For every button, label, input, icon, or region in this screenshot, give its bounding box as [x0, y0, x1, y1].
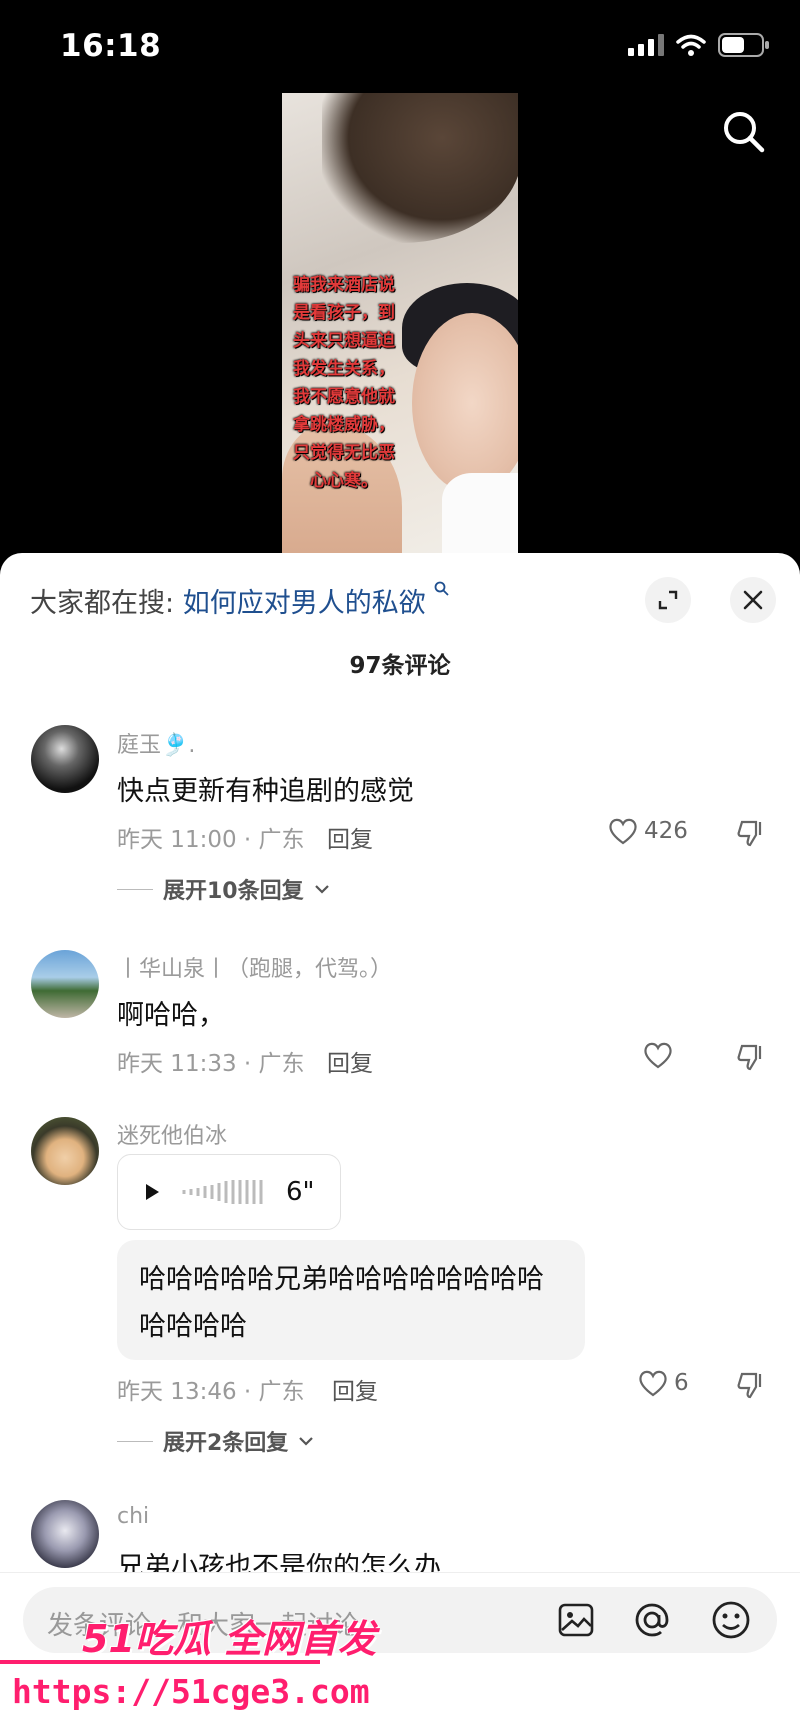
search-icon[interactable] — [722, 110, 766, 154]
avatar[interactable] — [31, 950, 99, 1018]
comment-text: 哈哈哈哈哈兄弟哈哈哈哈哈哈哈哈哈哈哈哈 — [139, 1264, 544, 1342]
dislike-icon[interactable] — [736, 1370, 766, 1400]
like-count: 426 — [644, 818, 688, 844]
signal-icon — [628, 34, 664, 56]
caption-line: 骗我来酒店说 — [293, 275, 395, 295]
chevron-down-icon — [299, 1437, 314, 1446]
status-time: 16:18 — [60, 28, 162, 64]
avatar[interactable] — [31, 1117, 99, 1185]
reply-button[interactable]: 回复 — [332, 1372, 378, 1406]
video-caption: 骗我来酒店说 是看孩子，到 头来只想逼迫 我发生关系， 我不愿意他就 拿跳楼威胁… — [282, 271, 406, 495]
expand-icon — [658, 590, 678, 610]
caption-line: 只觉得无比恶 — [293, 443, 395, 463]
heart-icon — [609, 818, 637, 845]
emoji-icon[interactable] — [711, 1600, 751, 1640]
play-icon — [146, 1184, 159, 1200]
comment-text: 快点更新有种追剧的感觉 — [117, 776, 414, 807]
search-small-icon — [434, 581, 449, 596]
avatar[interactable] — [31, 725, 99, 793]
close-sheet-button[interactable] — [730, 577, 776, 623]
reply-button[interactable]: 回复 — [327, 820, 373, 854]
heart-icon — [639, 1370, 667, 1397]
expand-label: 展开2条回复 — [163, 1431, 289, 1456]
comment-username[interactable]: 庭玉🎐. — [117, 727, 195, 759]
caption-line: 我不愿意他就 — [293, 387, 395, 407]
status-icons — [628, 32, 770, 58]
trending-search[interactable]: 大家都在搜: 如何应对男人的私欲 — [30, 581, 450, 620]
caption-line: 是看孩子，到 — [293, 303, 395, 323]
comment-text: 啊哈哈， — [117, 1000, 225, 1031]
caption-line: 我发生关系， — [293, 359, 395, 379]
caption-line: 拿跳楼威胁， — [293, 415, 395, 435]
status-bar: 16:18 — [0, 0, 800, 92]
divider — [117, 1440, 153, 1442]
comment-meta: 昨天 13:46 · 广东 — [117, 1379, 305, 1405]
like-count: 6 — [674, 1370, 689, 1396]
wifi-icon — [676, 34, 706, 56]
dislike-icon[interactable] — [736, 818, 766, 848]
video-thumbnail[interactable]: 骗我来酒店说 是看孩子，到 头来只想逼迫 我发生关系， 我不愿意他就 拿跳楼威胁… — [282, 93, 518, 553]
expand-sheet-button[interactable] — [645, 577, 691, 623]
trending-keyword[interactable]: 如何应对男人的私欲 — [183, 588, 426, 619]
video-sheet-shape — [442, 473, 518, 553]
divider — [117, 888, 153, 890]
image-icon[interactable] — [558, 1602, 594, 1638]
watermark-underline — [0, 1660, 320, 1664]
voice-message[interactable]: 6" — [117, 1154, 341, 1230]
like-button[interactable] — [643, 1041, 673, 1069]
video-face-shape — [412, 313, 518, 493]
comment-count: 97条评论 — [349, 653, 451, 679]
expand-replies-button[interactable]: 展开10条回复 — [117, 873, 330, 905]
caption-line: 头来只想逼迫 — [293, 331, 395, 351]
comment-meta: 昨天 11:00 · 广东 — [117, 827, 305, 853]
dislike-icon[interactable] — [736, 1042, 766, 1072]
voice-duration: 6" — [286, 1177, 315, 1207]
avatar[interactable] — [31, 1500, 99, 1568]
comment-username[interactable]: 丨华山泉丨（跑腿，代驾。） — [117, 951, 392, 983]
watermark-title: 51吃瓜 全网首发 — [82, 1617, 377, 1661]
comment-meta: 昨天 11:33 · 广东 — [117, 1051, 305, 1077]
comment-bubble: 哈哈哈哈哈兄弟哈哈哈哈哈哈哈哈哈哈哈哈 — [117, 1240, 585, 1360]
like-button[interactable]: 6 — [638, 1369, 689, 1397]
mention-icon[interactable] — [633, 1601, 671, 1639]
like-button[interactable]: 426 — [608, 817, 688, 845]
video-hair-shape — [322, 93, 518, 243]
trending-label: 大家都在搜: — [30, 588, 175, 619]
chevron-down-icon — [314, 885, 329, 894]
expand-replies-button[interactable]: 展开2条回复 — [117, 1425, 314, 1457]
battery-icon — [718, 33, 769, 57]
heart-icon — [644, 1042, 672, 1069]
comment-username[interactable]: 迷死他伯冰 — [117, 1118, 227, 1150]
caption-line: 心心寒。 — [310, 471, 378, 491]
reply-button[interactable]: 回复 — [327, 1044, 373, 1078]
watermark-url: https://51cge3.com — [12, 1672, 370, 1711]
comment-username[interactable]: chi — [117, 1504, 149, 1529]
close-icon — [743, 590, 763, 610]
waveform-icon — [182, 1180, 263, 1204]
expand-label: 展开10条回复 — [163, 879, 304, 904]
